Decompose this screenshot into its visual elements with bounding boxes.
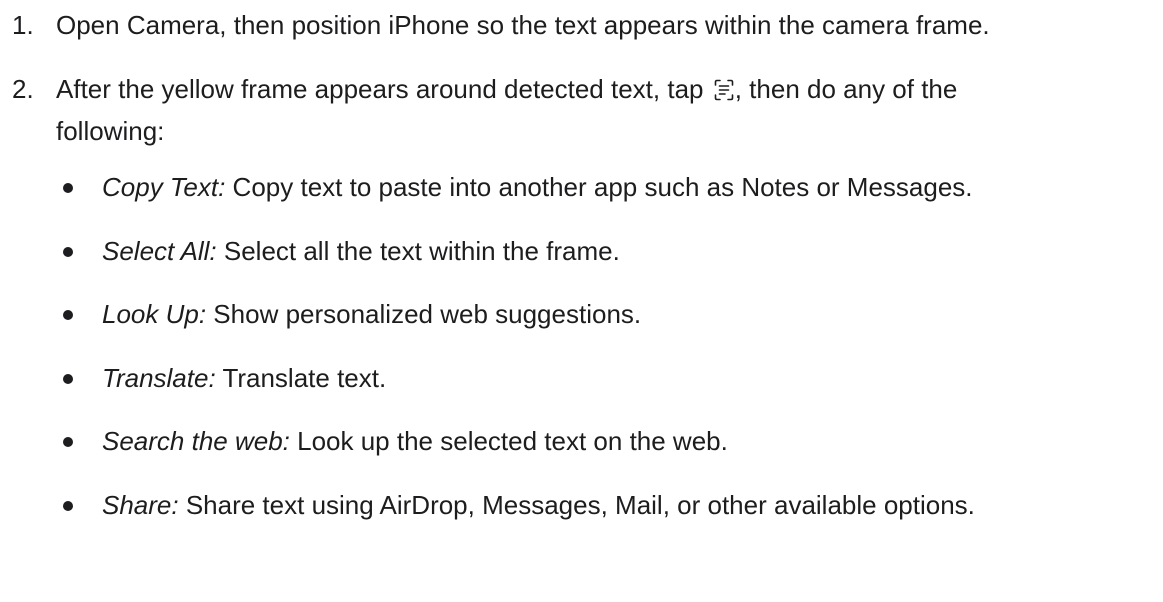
option-description: Translate text. — [215, 362, 387, 393]
step-text: Open Camera, then position iPhone so the… — [56, 10, 990, 40]
step-1: 1. Open Camera, then position iPhone so … — [0, 4, 1156, 46]
option-description: Look up the selected text on the web. — [289, 426, 728, 456]
bullet-dot — [63, 500, 73, 511]
bullet-dot — [63, 373, 73, 384]
step-2: 2. After the yellow frame appears around… — [0, 68, 996, 152]
option-description: Select all the text within the frame. — [216, 235, 620, 266]
option-term: Share: — [102, 489, 179, 520]
live-text-icon — [714, 79, 734, 101]
list-item: Copy Text: Copy text to paste into anoth… — [0, 166, 975, 208]
bullet-dot — [63, 183, 73, 193]
step-text-before: After the yellow frame appears around de… — [56, 74, 704, 104]
option-term: Select All: — [102, 235, 217, 266]
options-list: Copy Text: Copy text to paste into anoth… — [0, 166, 975, 547]
step-number: 2. — [12, 74, 34, 104]
instruction-steps: 1. Open Camera, then position iPhone so … — [0, 0, 1156, 152]
bullet-dot — [63, 246, 73, 257]
option-term: Look Up: — [102, 299, 207, 329]
bullet-dot — [63, 310, 73, 320]
list-item: Share: Share text using AirDrop, Message… — [0, 484, 975, 526]
option-description: Copy text to paste into another app such… — [225, 172, 973, 202]
option-term: Search the web: — [102, 426, 290, 456]
option-term: Translate: — [102, 362, 216, 393]
option-term: Copy Text: — [102, 172, 226, 202]
list-item: Translate: Translate text. — [0, 357, 975, 399]
step-number: 1. — [12, 10, 34, 40]
list-item: Select All: Select all the text within t… — [0, 230, 975, 272]
option-description: Share text using AirDrop, Messages, Mail… — [178, 489, 975, 520]
list-item: Search the web: Look up the selected tex… — [0, 420, 975, 462]
bullet-dot — [63, 437, 73, 447]
option-description: Show personalized web suggestions. — [206, 299, 642, 329]
list-item: Look Up: Show personalized web suggestio… — [0, 293, 975, 335]
